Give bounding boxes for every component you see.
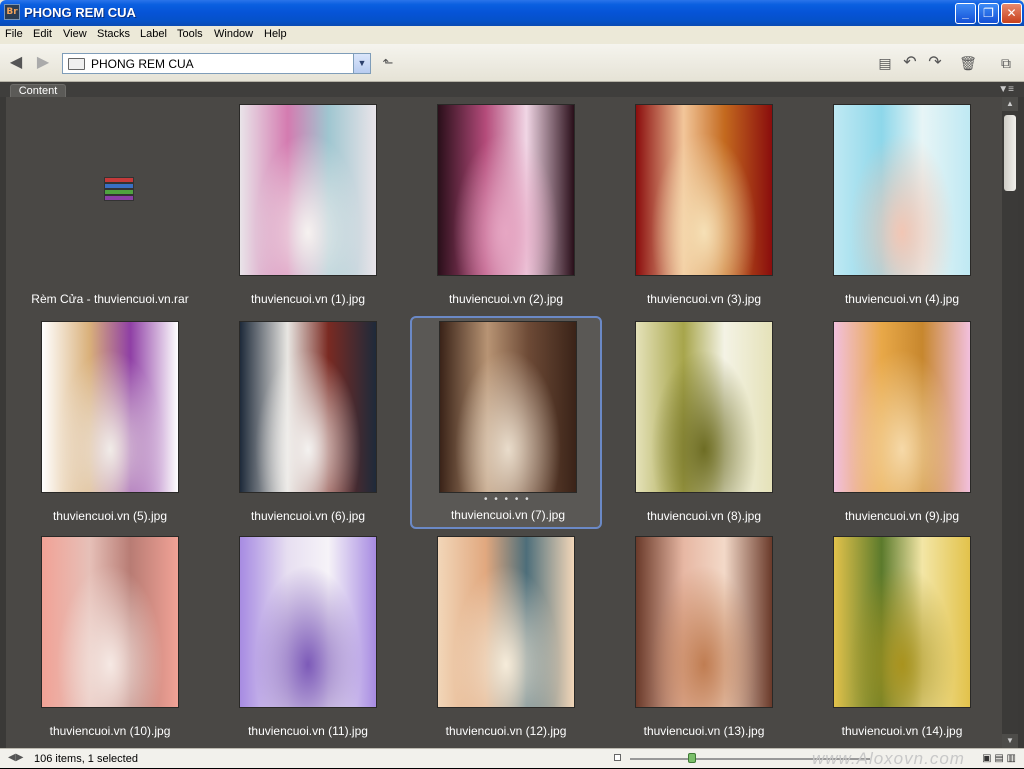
panel-menu-icon[interactable]: ▼≡ [998,84,1014,95]
path-dropdown[interactable]: PHONG REM CUA ▼ [62,53,371,74]
thumbnail-item[interactable]: thuviencuoi.vn (8).jpg [608,316,800,529]
thumbnail-item[interactable]: thuviencuoi.vn (11).jpg [212,531,404,744]
thumbnail-image [438,105,574,275]
menu-stacks[interactable]: Stacks [97,28,130,40]
scroll-up-icon[interactable]: ▲ [1002,97,1018,111]
trash-icon[interactable]: 🗑 [958,53,978,73]
thumbnail-image [636,537,772,707]
rar-archive-icon [104,177,134,201]
close-button[interactable]: ✕ [1001,3,1022,24]
maximize-button[interactable]: ❐ [978,3,999,24]
thumbnail-image [240,105,376,275]
rating-dots[interactable]: • • • • • [484,494,531,505]
thumbnail-image [636,322,772,492]
thumbnail-item[interactable]: thuviencuoi.vn (9).jpg [806,316,998,529]
compact-mode-icon[interactable]: ⧉ [996,53,1016,73]
thumbnail-image [42,322,178,492]
thumbnail-caption: thuviencuoi.vn (11).jpg [248,724,368,738]
path-text: PHONG REM CUA [91,57,194,71]
thumbnail-caption: thuviencuoi.vn (1).jpg [250,292,366,306]
watermark-text: www.Aloxovn.com [812,749,965,768]
thumbnail-caption: thuviencuoi.vn (10).jpg [49,724,171,738]
thumbnail-image [240,322,376,492]
menu-tools[interactable]: Tools [177,28,203,40]
folder-up-icon[interactable]: ⬑ [378,53,398,73]
thumbnail-image [438,537,574,707]
collapse-panels-icon[interactable]: ◀▶ [8,752,23,763]
thumbnail-grid: Rèm Cửa - thuviencuoi.vn.rar thuviencuoi.… [6,97,1006,748]
menu-window[interactable]: Window [214,28,253,40]
chevron-down-icon[interactable]: ▼ [353,54,370,73]
toolbar: ◀ ▶ PHONG REM CUA ▼ ⬑ ▤ ↶ ↷ 🗑 ⧉ [0,44,1024,82]
thumbnail-image [834,322,970,492]
thumbnail-image [834,105,970,275]
scroll-down-icon[interactable]: ▼ [1002,734,1018,748]
thumbnail-size-min-icon[interactable] [614,754,621,761]
thumbnail-caption: thuviencuoi.vn (12).jpg [445,724,567,738]
thumbnail-caption: thuviencuoi.vn (7).jpg [450,508,566,522]
status-bar: ◀▶ 106 items, 1 selected www.Aloxovn.com… [0,748,1024,768]
thumbnail-image [240,537,376,707]
menu-bar: File Edit View Stacks Label Tools Window… [0,26,1024,44]
thumbnail-item[interactable]: thuviencuoi.vn (4).jpg [806,99,998,312]
bridge-window: Br PHONG REM CUA _ ❐ ✕ File Edit View St… [0,0,1024,768]
thumbnail-caption: thuviencuoi.vn (6).jpg [250,509,366,523]
thumbnail-caption: thuviencuoi.vn (4).jpg [844,292,960,306]
forward-arrow-icon[interactable]: ▶ [33,53,53,73]
thumbnail-item[interactable]: thuviencuoi.vn (1).jpg [212,99,404,312]
new-folder-icon[interactable]: ▤ [875,53,895,73]
window-title: PHONG REM CUA [24,5,136,20]
scroll-thumb[interactable] [1004,115,1016,191]
menu-edit[interactable]: Edit [33,28,52,40]
thumbnail-image [834,537,970,707]
folder-icon [68,58,85,70]
thumbnail-caption: thuviencuoi.vn (14).jpg [841,724,963,738]
thumbnail-item[interactable]: thuviencuoi.vn (2).jpg [410,99,602,312]
tab-content[interactable]: Content [10,84,66,98]
thumbnail-item[interactable]: thuviencuoi.vn (14).jpg [806,531,998,744]
thumbnail-caption: thuviencuoi.vn (2).jpg [448,292,564,306]
rotate-left-icon[interactable]: ↶ [900,53,920,73]
thumbnail-image [440,322,576,492]
thumbnail-caption: thuviencuoi.vn (3).jpg [646,292,762,306]
thumbnail-size-slider-handle[interactable] [688,753,696,763]
panel-tabstrip: Content ▼≡ [0,82,1024,98]
thumbnail-item[interactable]: • • • • • thuviencuoi.vn (7).jpg [410,316,602,529]
menu-label[interactable]: Label [140,28,167,40]
thumbnail-item[interactable]: thuviencuoi.vn (13).jpg [608,531,800,744]
thumbnail-item[interactable]: thuviencuoi.vn (12).jpg [410,531,602,744]
thumbnail-caption: thuviencuoi.vn (5).jpg [52,509,168,523]
rotate-right-icon[interactable]: ↷ [925,53,945,73]
status-text: 106 items, 1 selected [34,753,138,765]
thumbnail-caption: Rèm Cửa - thuviencuoi.vn.rar [31,292,189,306]
thumbnail-item[interactable]: thuviencuoi.vn (5).jpg [14,316,206,529]
thumbnail-item[interactable]: thuviencuoi.vn (10).jpg [14,531,206,744]
thumbnail-image [42,537,178,707]
thumbnail-item[interactable]: thuviencuoi.vn (6).jpg [212,316,404,529]
menu-file[interactable]: File [5,28,23,40]
thumbnail-image [636,105,772,275]
thumbnail-item[interactable]: thuviencuoi.vn (3).jpg [608,99,800,312]
thumbnail-item[interactable]: Rèm Cửa - thuviencuoi.vn.rar [14,99,206,312]
minimize-button[interactable]: _ [955,3,976,24]
view-mode-buttons[interactable]: ▣ ▤ ▥ [982,753,1016,764]
thumbnail-caption: thuviencuoi.vn (9).jpg [844,509,960,523]
thumbnail-caption: thuviencuoi.vn (8).jpg [646,509,762,523]
content-panel: Rèm Cửa - thuviencuoi.vn.rar thuviencuoi.… [0,97,1024,748]
bridge-app-icon: Br [4,4,20,20]
menu-help[interactable]: Help [264,28,287,40]
back-arrow-icon[interactable]: ◀ [6,53,26,73]
title-bar[interactable]: Br PHONG REM CUA _ ❐ ✕ [0,0,1024,26]
vertical-scrollbar[interactable]: ▲ ▼ [1002,97,1018,748]
menu-view[interactable]: View [63,28,87,40]
thumbnail-caption: thuviencuoi.vn (13).jpg [643,724,765,738]
